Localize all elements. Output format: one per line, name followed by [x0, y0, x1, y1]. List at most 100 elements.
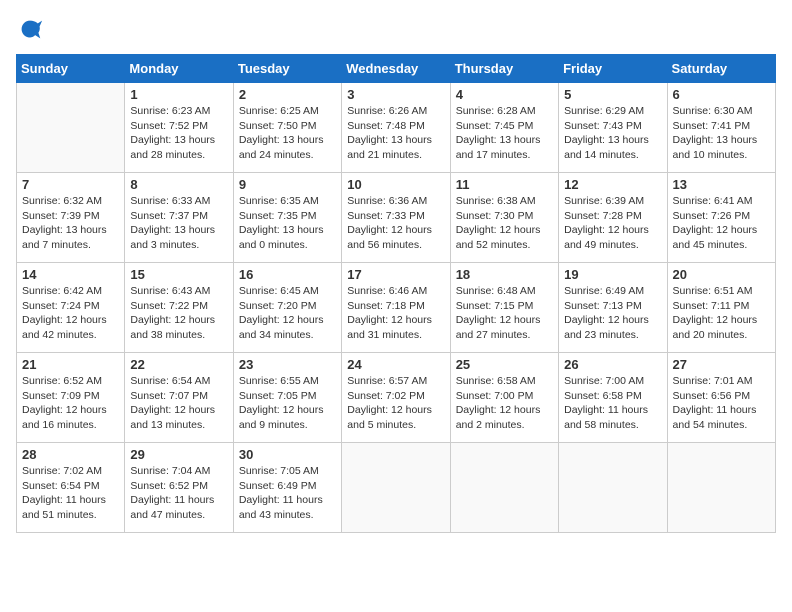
calendar-cell: 23 Sunrise: 6:55 AM Sunset: 7:05 PM Dayli… — [233, 353, 341, 443]
day-number: 12 — [564, 177, 661, 192]
day-info: Sunrise: 6:26 AM Sunset: 7:48 PM Dayligh… — [347, 104, 444, 163]
day-number: 1 — [130, 87, 227, 102]
calendar-cell: 9 Sunrise: 6:35 AM Sunset: 7:35 PM Daylig… — [233, 173, 341, 263]
day-info: Sunrise: 7:00 AM Sunset: 6:58 PM Dayligh… — [564, 374, 661, 433]
day-info: Sunrise: 6:39 AM Sunset: 7:28 PM Dayligh… — [564, 194, 661, 253]
calendar-cell: 29 Sunrise: 7:04 AM Sunset: 6:52 PM Dayli… — [125, 443, 233, 533]
day-info: Sunrise: 6:41 AM Sunset: 7:26 PM Dayligh… — [673, 194, 770, 253]
calendar-cell: 15 Sunrise: 6:43 AM Sunset: 7:22 PM Dayli… — [125, 263, 233, 353]
calendar-cell: 12 Sunrise: 6:39 AM Sunset: 7:28 PM Dayli… — [559, 173, 667, 263]
calendar-cell: 24Sunrise: 6:57 AM Sunset: 7:02 PM Dayli… — [342, 353, 450, 443]
day-number: 9 — [239, 177, 336, 192]
calendar-cell: 18Sunrise: 6:48 AM Sunset: 7:15 PM Dayli… — [450, 263, 558, 353]
calendar-table: SundayMondayTuesdayWednesdayThursdayFrid… — [16, 54, 776, 533]
day-info: Sunrise: 6:35 AM Sunset: 7:35 PM Dayligh… — [239, 194, 336, 253]
day-info: Sunrise: 6:51 AM Sunset: 7:11 PM Dayligh… — [673, 284, 770, 343]
page-header — [16, 16, 776, 44]
calendar-cell: 5 Sunrise: 6:29 AM Sunset: 7:43 PM Daylig… — [559, 83, 667, 173]
day-number: 17 — [347, 267, 444, 282]
day-info: Sunrise: 6:38 AM Sunset: 7:30 PM Dayligh… — [456, 194, 553, 253]
calendar-body: 1 Sunrise: 6:23 AM Sunset: 7:52 PM Daylig… — [17, 83, 776, 533]
day-info: Sunrise: 6:58 AM Sunset: 7:00 PM Dayligh… — [456, 374, 553, 433]
day-number: 16 — [239, 267, 336, 282]
day-number: 2 — [239, 87, 336, 102]
calendar-cell: 28 Sunrise: 7:02 AM Sunset: 6:54 PM Dayli… — [17, 443, 125, 533]
calendar-cell: 22Sunrise: 6:54 AM Sunset: 7:07 PM Dayli… — [125, 353, 233, 443]
day-info: Sunrise: 6:33 AM Sunset: 7:37 PM Dayligh… — [130, 194, 227, 253]
weekday-header-sunday: Sunday — [17, 55, 125, 83]
day-info: Sunrise: 6:48 AM Sunset: 7:15 PM Dayligh… — [456, 284, 553, 343]
day-number: 29 — [130, 447, 227, 462]
day-info: Sunrise: 6:42 AM Sunset: 7:24 PM Dayligh… — [22, 284, 119, 343]
day-number: 26 — [564, 357, 661, 372]
day-number: 11 — [456, 177, 553, 192]
day-info: Sunrise: 6:46 AM Sunset: 7:18 PM Dayligh… — [347, 284, 444, 343]
calendar-cell: 27 Sunrise: 7:01 AM Sunset: 6:56 PM Dayli… — [667, 353, 775, 443]
day-number: 23 — [239, 357, 336, 372]
calendar-cell: 6Sunrise: 6:30 AM Sunset: 7:41 PM Daylig… — [667, 83, 775, 173]
day-info: Sunrise: 6:43 AM Sunset: 7:22 PM Dayligh… — [130, 284, 227, 343]
calendar-cell — [17, 83, 125, 173]
calendar-cell — [667, 443, 775, 533]
day-number: 4 — [456, 87, 553, 102]
calendar-cell: 11 Sunrise: 6:38 AM Sunset: 7:30 PM Dayli… — [450, 173, 558, 263]
day-info: Sunrise: 7:05 AM Sunset: 6:49 PM Dayligh… — [239, 464, 336, 523]
day-number: 8 — [130, 177, 227, 192]
calendar-cell — [450, 443, 558, 533]
day-info: Sunrise: 7:01 AM Sunset: 6:56 PM Dayligh… — [673, 374, 770, 433]
day-info: Sunrise: 6:32 AM Sunset: 7:39 PM Dayligh… — [22, 194, 119, 253]
day-number: 21 — [22, 357, 119, 372]
day-number: 27 — [673, 357, 770, 372]
calendar-row: 7 Sunrise: 6:32 AM Sunset: 7:39 PM Daylig… — [17, 173, 776, 263]
day-number: 28 — [22, 447, 119, 462]
weekday-header-friday: Friday — [559, 55, 667, 83]
weekday-header-saturday: Saturday — [667, 55, 775, 83]
calendar-cell: 1 Sunrise: 6:23 AM Sunset: 7:52 PM Daylig… — [125, 83, 233, 173]
calendar-row: 1 Sunrise: 6:23 AM Sunset: 7:52 PM Daylig… — [17, 83, 776, 173]
weekday-header-thursday: Thursday — [450, 55, 558, 83]
day-number: 3 — [347, 87, 444, 102]
calendar-row: 21 Sunrise: 6:52 AM Sunset: 7:09 PM Dayli… — [17, 353, 776, 443]
calendar-cell: 10Sunrise: 6:36 AM Sunset: 7:33 PM Dayli… — [342, 173, 450, 263]
day-number: 6 — [673, 87, 770, 102]
day-info: Sunrise: 6:23 AM Sunset: 7:52 PM Dayligh… — [130, 104, 227, 163]
calendar-row: 28 Sunrise: 7:02 AM Sunset: 6:54 PM Dayli… — [17, 443, 776, 533]
day-info: Sunrise: 6:54 AM Sunset: 7:07 PM Dayligh… — [130, 374, 227, 433]
day-info: Sunrise: 6:45 AM Sunset: 7:20 PM Dayligh… — [239, 284, 336, 343]
calendar-cell — [342, 443, 450, 533]
weekday-header-wednesday: Wednesday — [342, 55, 450, 83]
day-number: 15 — [130, 267, 227, 282]
day-number: 20 — [673, 267, 770, 282]
calendar-cell: 20 Sunrise: 6:51 AM Sunset: 7:11 PM Dayli… — [667, 263, 775, 353]
logo — [16, 16, 48, 44]
calendar-cell: 13 Sunrise: 6:41 AM Sunset: 7:26 PM Dayli… — [667, 173, 775, 263]
day-number: 25 — [456, 357, 553, 372]
calendar-cell: 19Sunrise: 6:49 AM Sunset: 7:13 PM Dayli… — [559, 263, 667, 353]
day-number: 14 — [22, 267, 119, 282]
calendar-cell: 17 Sunrise: 6:46 AM Sunset: 7:18 PM Dayli… — [342, 263, 450, 353]
day-number: 5 — [564, 87, 661, 102]
day-info: Sunrise: 6:52 AM Sunset: 7:09 PM Dayligh… — [22, 374, 119, 433]
day-number: 24 — [347, 357, 444, 372]
day-number: 30 — [239, 447, 336, 462]
day-number: 7 — [22, 177, 119, 192]
weekday-header-row: SundayMondayTuesdayWednesdayThursdayFrid… — [17, 55, 776, 83]
day-info: Sunrise: 6:29 AM Sunset: 7:43 PM Dayligh… — [564, 104, 661, 163]
calendar-cell — [559, 443, 667, 533]
calendar-cell: 26 Sunrise: 7:00 AM Sunset: 6:58 PM Dayli… — [559, 353, 667, 443]
day-info: Sunrise: 7:04 AM Sunset: 6:52 PM Dayligh… — [130, 464, 227, 523]
calendar-cell: 4 Sunrise: 6:28 AM Sunset: 7:45 PM Daylig… — [450, 83, 558, 173]
day-info: Sunrise: 6:55 AM Sunset: 7:05 PM Dayligh… — [239, 374, 336, 433]
day-info: Sunrise: 6:49 AM Sunset: 7:13 PM Dayligh… — [564, 284, 661, 343]
calendar-cell: 3 Sunrise: 6:26 AM Sunset: 7:48 PM Daylig… — [342, 83, 450, 173]
day-number: 13 — [673, 177, 770, 192]
calendar-header: SundayMondayTuesdayWednesdayThursdayFrid… — [17, 55, 776, 83]
day-info: Sunrise: 6:28 AM Sunset: 7:45 PM Dayligh… — [456, 104, 553, 163]
calendar-cell: 14 Sunrise: 6:42 AM Sunset: 7:24 PM Dayli… — [17, 263, 125, 353]
calendar-cell: 7 Sunrise: 6:32 AM Sunset: 7:39 PM Daylig… — [17, 173, 125, 263]
day-number: 10 — [347, 177, 444, 192]
day-info: Sunrise: 7:02 AM Sunset: 6:54 PM Dayligh… — [22, 464, 119, 523]
calendar-cell: 30 Sunrise: 7:05 AM Sunset: 6:49 PM Dayli… — [233, 443, 341, 533]
calendar-cell: 25 Sunrise: 6:58 AM Sunset: 7:00 PM Dayli… — [450, 353, 558, 443]
calendar-cell: 8 Sunrise: 6:33 AM Sunset: 7:37 PM Daylig… — [125, 173, 233, 263]
